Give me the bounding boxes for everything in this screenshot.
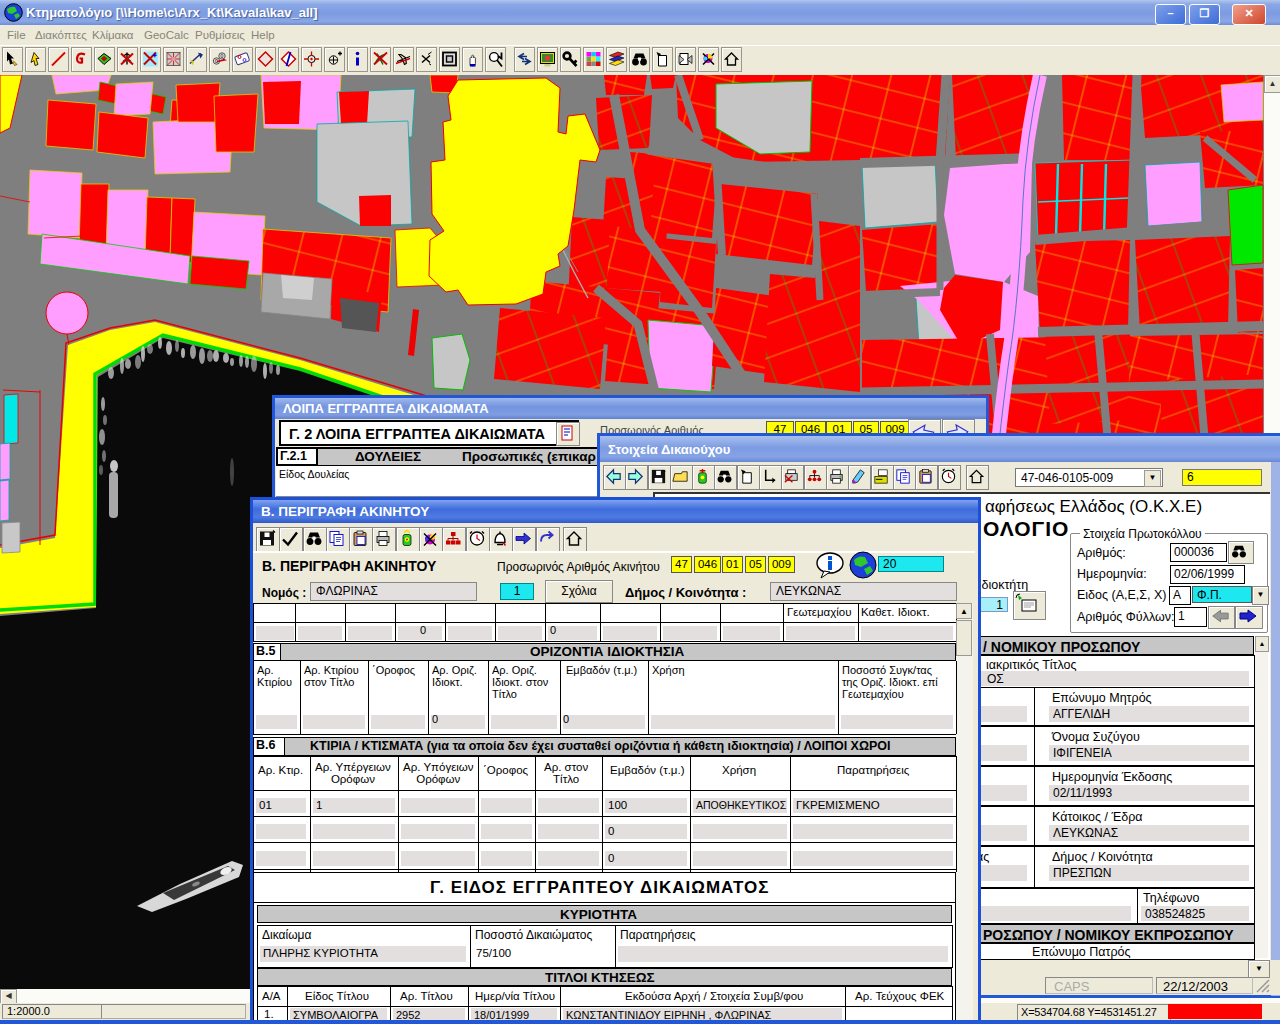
svg-text:0: 0 <box>221 53 224 59</box>
